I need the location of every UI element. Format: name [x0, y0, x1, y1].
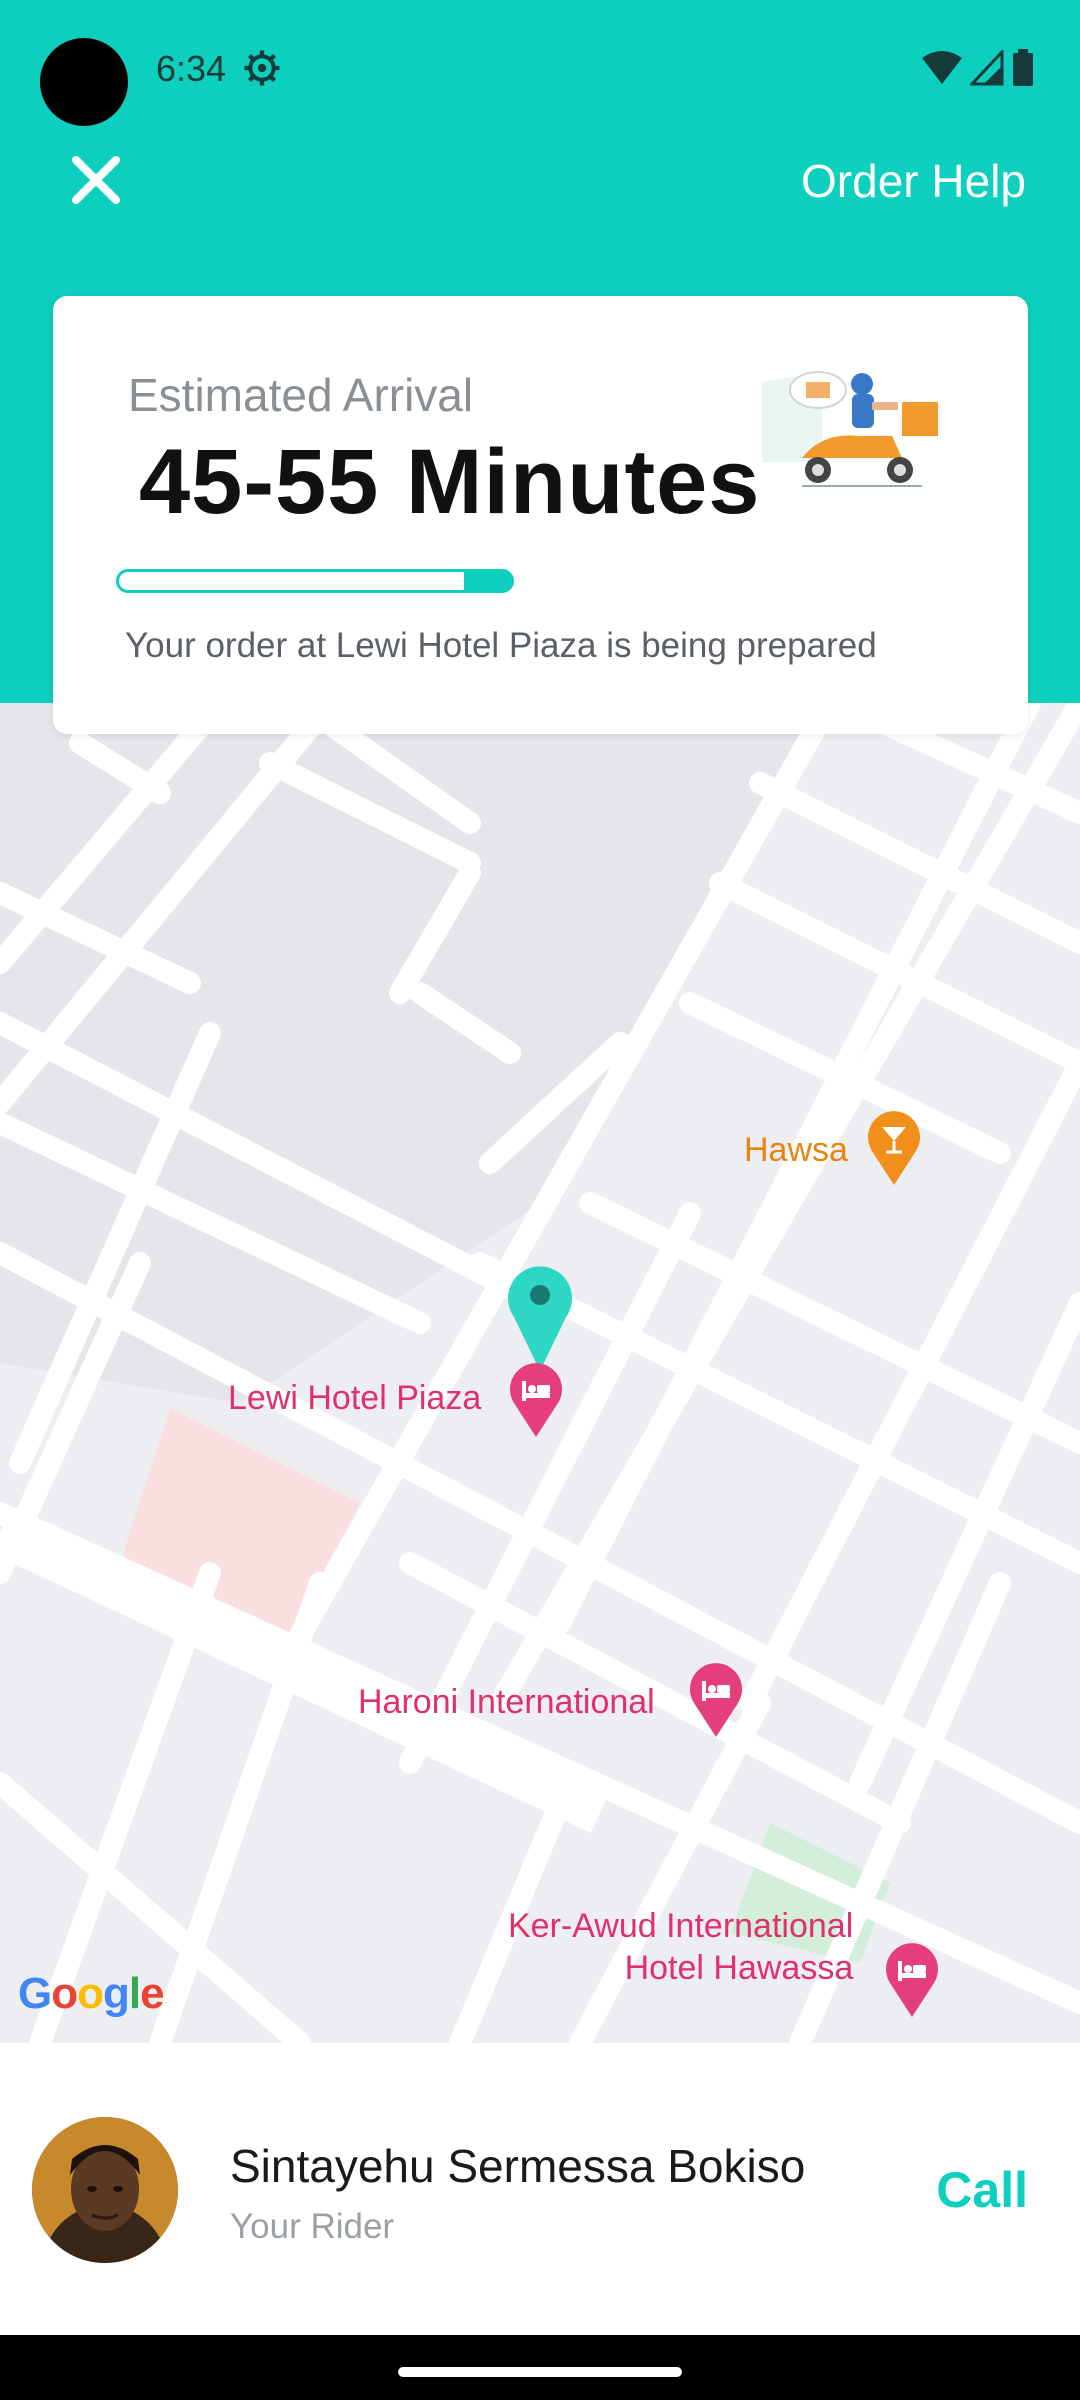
google-attribution-logo: Google [18, 1969, 165, 2018]
camera-cutout [40, 38, 128, 126]
hotel-icon[interactable] [508, 1363, 564, 1439]
rider-role: Your Rider [230, 2207, 395, 2246]
hotel-icon[interactable] [688, 1663, 744, 1739]
wifi-icon [922, 51, 962, 84]
bar-icon[interactable] [866, 1111, 922, 1187]
delivery-scooter-illustration [762, 371, 938, 487]
order-help-link[interactable]: Order Help [801, 154, 1026, 208]
poi-label-haroni[interactable]: Haroni International [358, 1683, 655, 1722]
map-view[interactable]: Hawsa Lewi Hotel Piaza Haroni Internatio… [0, 703, 1080, 2043]
battery-icon [1013, 49, 1033, 86]
rider-avatar[interactable] [32, 2117, 178, 2263]
poi-label-ker-awud-line1: Ker-Awud International [508, 1907, 854, 1945]
settings-gear-icon [244, 50, 280, 86]
hotel-icon[interactable] [884, 1943, 940, 2019]
call-button[interactable]: Call [936, 2161, 1028, 2219]
rider-panel: Sintayehu Sermessa Bokiso Your Rider Cal… [0, 2043, 1080, 2335]
status-time: 6:34 [156, 48, 227, 89]
poi-label-ker-awud-line2: Hotel Hawassa [624, 1949, 854, 1987]
eta-progress-bar [116, 569, 514, 593]
eta-value: 45-55 Minutes [139, 431, 761, 533]
eta-label: Estimated Arrival [128, 369, 474, 421]
poi-label-hawsa[interactable]: Hawsa [744, 1131, 848, 1170]
eta-progress-fill [463, 572, 511, 590]
destination-pin-icon [508, 1266, 572, 1371]
home-gesture-handle[interactable] [398, 2367, 682, 2377]
poi-label-lewi-hotel[interactable]: Lewi Hotel Piaza [228, 1379, 481, 1418]
rider-name: Sintayehu Sermessa Bokiso [230, 2140, 806, 2192]
order-status-message: Your order at Lewi Hotel Piaza is being … [125, 626, 877, 665]
status-bar: 6:34 [0, 0, 1080, 136]
close-icon[interactable] [68, 152, 124, 208]
system-nav-bar [0, 2335, 1080, 2400]
signal-icon [970, 50, 1004, 86]
poi-label-ker-awud[interactable]: Ker-Awud International Hotel Hawassa [508, 1905, 853, 1989]
eta-card: Estimated Arrival 45-55 Minutes Your ord… [53, 296, 1028, 734]
